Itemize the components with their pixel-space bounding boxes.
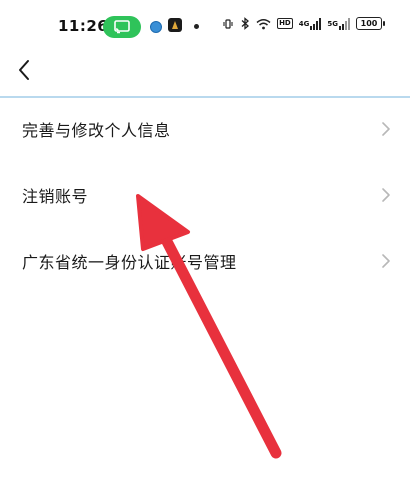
chevron-right-icon xyxy=(380,120,392,138)
signal-4g-label: 4G xyxy=(298,19,310,28)
menu-item-label: 完善与修改个人信息 xyxy=(22,121,171,140)
vibrate-icon xyxy=(222,18,234,30)
menu-item-edit-profile[interactable]: 完善与修改个人信息 xyxy=(0,96,410,162)
signal-5g-label: 5G xyxy=(327,19,338,28)
menu-item-label: 广东省统一身份认证账号管理 xyxy=(22,253,237,272)
screen-cast-indicator[interactable] xyxy=(103,16,141,38)
chevron-right-icon xyxy=(380,252,392,270)
app-notification-icon xyxy=(150,21,162,33)
hd-voice-icon: HD xyxy=(277,18,293,29)
signal-4g-icon: 4G xyxy=(298,17,322,30)
menu-item-guangdong-identity[interactable]: 广东省统一身份认证账号管理 xyxy=(0,228,410,294)
chevron-right-icon xyxy=(380,186,392,204)
chevron-left-icon xyxy=(19,60,29,80)
battery-level: 100 xyxy=(360,19,378,28)
wifi-icon xyxy=(256,18,271,30)
more-notifications-dot xyxy=(194,24,199,29)
menu-item-cancel-account[interactable]: 注销账号 xyxy=(0,162,410,228)
app-notification-icon-2 xyxy=(168,18,182,32)
status-bar: 11:26 HD 4G 5G 100 xyxy=(0,0,410,52)
bluetooth-icon xyxy=(240,17,250,30)
back-button[interactable] xyxy=(10,56,38,84)
signal-5g-icon: 5G xyxy=(327,17,350,30)
menu-item-label: 注销账号 xyxy=(22,187,89,206)
figure-icon xyxy=(172,21,178,29)
system-icons: HD 4G 5G 100 xyxy=(222,17,385,30)
battery-icon: 100 xyxy=(356,17,385,30)
status-time: 11:26 xyxy=(58,17,109,35)
cast-icon xyxy=(114,20,130,34)
